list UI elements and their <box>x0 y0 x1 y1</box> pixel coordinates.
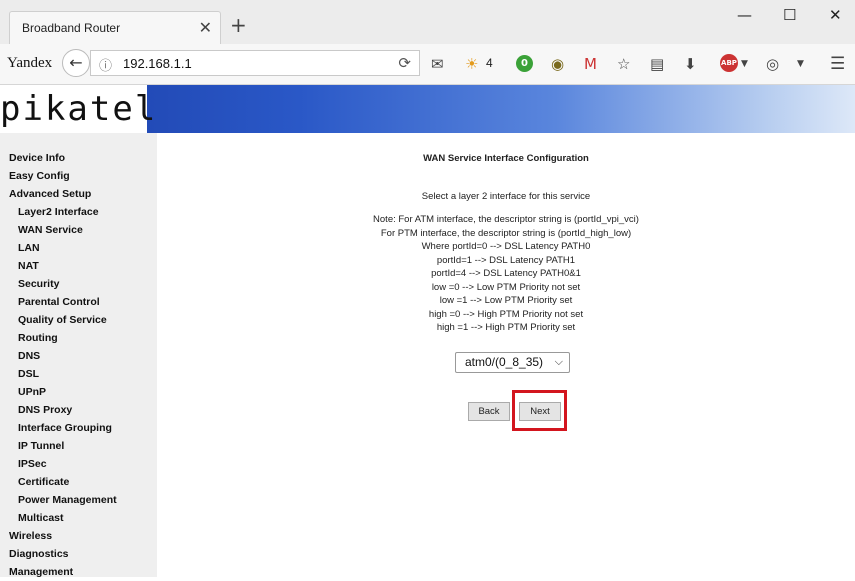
main-content: WAN Service Interface Configuration Sele… <box>157 133 855 577</box>
adblock-icon[interactable]: ABP <box>720 54 738 72</box>
close-window-icon[interactable]: ✕ <box>829 6 842 24</box>
sidebar-item[interactable]: DNS Proxy <box>0 401 157 419</box>
sidebar-item[interactable]: Layer2 Interface <box>0 203 157 221</box>
logo-container: pikatel <box>0 85 155 133</box>
note-line: portId=4 --> DSL Latency PATH0&1 <box>431 268 581 279</box>
sidebar-item[interactable]: IPSec <box>0 455 157 473</box>
page-subtitle: Select a layer 2 interface for this serv… <box>421 191 591 202</box>
sidebar-item[interactable]: Routing <box>0 329 157 347</box>
green-badge-icon[interactable]: 0 <box>516 55 533 72</box>
back-arrow-icon[interactable]: ← <box>62 49 90 77</box>
sidebar-item[interactable]: Advanced Setup <box>0 185 157 203</box>
new-tab-icon[interactable]: + <box>230 15 247 35</box>
sidebar-nav: Device Info Easy Config Advanced Setup Laye… <box>0 133 157 578</box>
tab-title: Broadband Router <box>22 21 121 35</box>
sidebar-item[interactable]: Diagnostics <box>0 545 157 563</box>
eye-icon[interactable]: ◎ <box>766 56 779 72</box>
sidebar-item[interactable]: IP Tunnel <box>0 437 157 455</box>
maximize-icon[interactable]: ☐ <box>783 6 796 24</box>
sidebar-item[interactable]: Interface Grouping <box>0 419 157 437</box>
coin-icon[interactable]: ◉ <box>551 56 564 72</box>
sidebar-menu: Device Info Easy Config Advanced Setup Laye… <box>0 133 157 581</box>
tab-close-icon[interactable]: ✕ <box>199 18 212 37</box>
select-value: atm0/(0_8_35) <box>465 355 544 369</box>
sidebar-item[interactable]: Power Management <box>0 491 157 509</box>
adblock-dropdown-icon[interactable]: ▼ <box>741 56 748 72</box>
minimize-icon[interactable]: — <box>737 6 752 24</box>
sidebar-item[interactable]: Security <box>0 275 157 293</box>
browser-tab-bar: Broadband Router ✕ + — ☐ ✕ <box>0 0 855 44</box>
note-line: high =1 --> High PTM Priority set <box>436 322 576 333</box>
sidebar-item[interactable]: Device Info <box>0 149 157 167</box>
note-line: low =0 --> Low PTM Priority not set <box>431 281 581 293</box>
mail-icon[interactable]: ✉ <box>431 56 444 72</box>
browser-tab[interactable]: Broadband Router ✕ <box>9 11 221 44</box>
chevron-down-icon: ⌵ <box>554 356 563 368</box>
page-title: WAN Service Interface Configuration <box>423 153 589 164</box>
note-line: Where portId=0 --> DSL Latency PATH0 <box>421 241 591 252</box>
browser-toolbar: Yandex ← ⓘ 192.168.1.1 ⟳ ✉ ☀ 4 0 ◉ M ☆ ▤… <box>0 44 855 85</box>
sidebar-item[interactable]: Easy Config <box>0 167 157 185</box>
sidebar-item[interactable]: Parental Control <box>0 293 157 311</box>
sidebar-item[interactable]: DSL <box>0 365 157 383</box>
sidebar-item[interactable]: Multicast <box>0 509 157 527</box>
pikatel-logo: pikatel <box>0 89 158 129</box>
reload-icon[interactable]: ⟳ <box>398 54 411 72</box>
reading-list-icon[interactable]: ▤ <box>650 56 664 72</box>
yandex-logo[interactable]: Yandex <box>7 55 52 72</box>
bookmark-star-icon[interactable]: ☆ <box>617 56 630 72</box>
note-line: low =1 --> Low PTM Priority set <box>439 295 573 306</box>
next-highlight-box <box>512 390 567 431</box>
sidebar-item[interactable]: Quality of Service <box>0 311 157 329</box>
weather-value: 4 <box>486 56 493 70</box>
url-text[interactable]: 192.168.1.1 <box>123 56 192 71</box>
extensions-dropdown-icon[interactable]: ▼ <box>797 56 804 72</box>
download-icon[interactable]: ⬇ <box>684 56 697 72</box>
weather-sun-icon[interactable]: ☀ <box>465 56 478 72</box>
sidebar-item[interactable]: Management <box>0 563 157 581</box>
sidebar-item[interactable]: LAN <box>0 239 157 257</box>
note-line: For PTM interface, the descriptor string… <box>380 227 632 239</box>
menu-hamburger-icon[interactable]: ☰ <box>830 56 845 73</box>
note-line: Note: For ATM interface, the descriptor … <box>373 214 639 225</box>
sidebar-item[interactable]: UPnP <box>0 383 157 401</box>
address-bar[interactable]: ⓘ 192.168.1.1 ⟳ <box>90 50 420 76</box>
note-line: high =0 --> High PTM Priority not set <box>428 308 584 320</box>
descriptor-notes: Note: For ATM interface, the descriptor … <box>157 213 855 335</box>
layer2-interface-select[interactable]: atm0/(0_8_35) ⌵ <box>455 352 570 373</box>
sidebar-item[interactable]: Certificate <box>0 473 157 491</box>
note-line: portId=1 --> DSL Latency PATH1 <box>436 254 576 266</box>
sidebar-item[interactable]: DNS <box>0 347 157 365</box>
back-button[interactable]: Back <box>468 402 510 421</box>
sidebar-item[interactable]: WAN Service <box>0 221 157 239</box>
router-header: pikatel <box>0 85 855 133</box>
info-icon[interactable]: ⓘ <box>99 55 112 74</box>
sidebar-item[interactable]: Wireless <box>0 527 157 545</box>
sidebar-item[interactable]: NAT <box>0 257 157 275</box>
gmail-icon[interactable]: M <box>584 56 597 72</box>
